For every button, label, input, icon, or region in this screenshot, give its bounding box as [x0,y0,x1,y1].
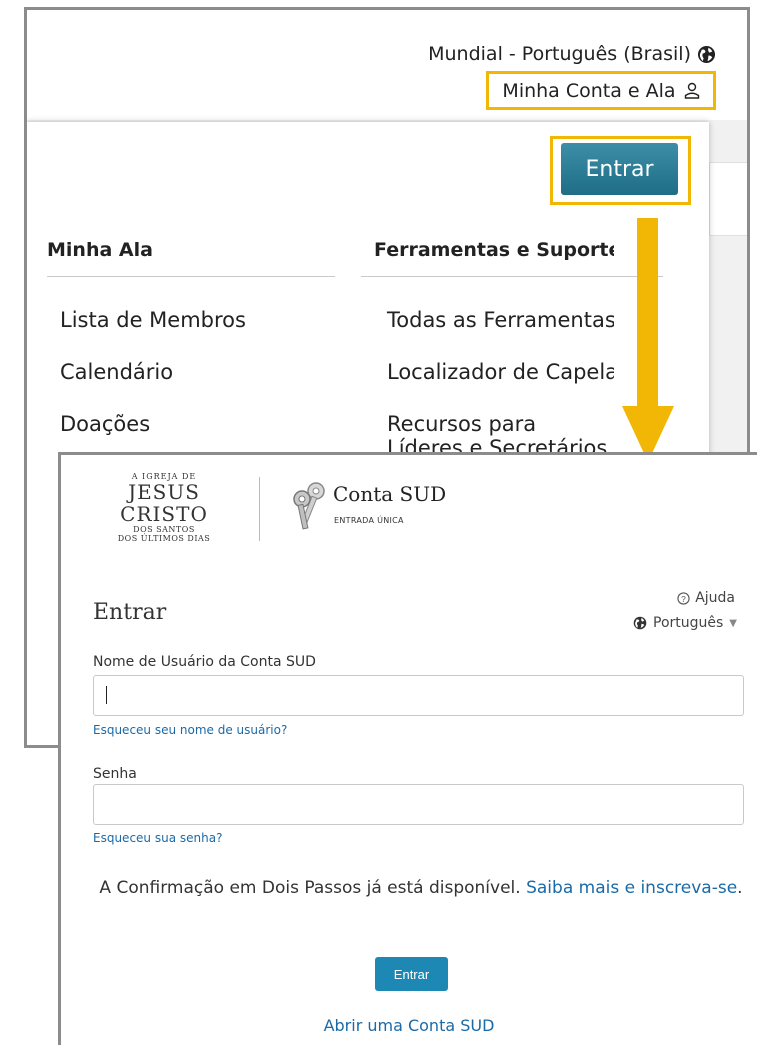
page-title: Entrar [93,600,167,625]
signin-button[interactable]: Entrar [561,143,678,195]
two-step-text: A Confirmação em Dois Passos já está dis… [99,878,521,898]
svg-text:?: ? [681,593,686,603]
password-field[interactable] [93,784,744,825]
signin-button-label: Entrar [585,156,654,182]
keys-icon [293,482,325,530]
menu-item-donations[interactable]: Doações [60,412,150,436]
language-select[interactable]: Português ▼ [633,615,737,631]
arrow-shaft [637,218,658,408]
account-label: Minha Conta e Ala [502,79,676,102]
menu-item-calendar[interactable]: Calendário [60,360,173,384]
forgot-password-link[interactable]: Esqueceu sua senha? [93,831,222,845]
globe-icon [697,45,716,63]
text-cursor [106,686,107,704]
church-logo: A IGREJA DE JESUS CRISTO DOS SANTOS DOS … [84,472,244,543]
product-subtitle: ENTRADA ÚNICA [334,516,404,525]
signin-submit-button[interactable]: Entrar [375,957,448,991]
language-label: Português [653,615,724,631]
header-divider [259,477,260,541]
my-account-button[interactable]: Minha Conta e Ala [486,71,716,110]
region-label: Mundial - Português (Brasil) [428,43,691,65]
logo-line-sub2: DOS ÚLTIMOS DIAS [117,534,211,543]
menu-item-member-list[interactable]: Lista de Membros [60,308,246,332]
username-label: Nome de Usuário da Conta SUD [93,654,316,670]
two-step-notice: A Confirmação em Dois Passos já está dis… [91,876,751,900]
user-icon [684,82,699,99]
logo-line-sub1: DOS SANTOS [133,525,195,534]
two-step-link[interactable]: Saiba mais e inscreva-se [526,878,737,898]
site-header: Mundial - Português (Brasil) Minha Conta… [27,10,747,121]
column-divider [47,276,335,277]
menu-item-all-tools[interactable]: Todas as Ferramentas [387,308,614,332]
create-account-link[interactable]: Abrir uma Conta SUD [61,1016,757,1035]
column-heading-my-ward: Minha Ala [47,239,153,261]
two-step-period: . [737,878,743,898]
globe-icon [633,616,647,630]
region-language-link[interactable]: Mundial - Português (Brasil) [428,43,716,65]
chevron-down-icon: ▼ [729,617,737,629]
product-name: Conta SUD [333,482,447,506]
password-label: Senha [93,766,137,782]
help-link[interactable]: ? Ajuda [677,590,735,606]
signin-page-screenshot: A IGREJA DE JESUS CRISTO DOS SANTOS DOS … [58,452,757,1045]
help-icon: ? [677,591,690,605]
column-heading-tools: Ferramentas e Suporte [374,239,614,261]
page-edge-card [709,162,747,236]
username-field[interactable] [93,675,744,716]
help-label: Ajuda [695,590,735,606]
tools-column: Ferramentas e Suporte Todas as Ferrament… [374,230,614,490]
menu-item-chapel-finder[interactable]: Localizador de Capelas [387,360,614,384]
logo-line-main: JESUS CRISTO [120,480,208,526]
forgot-username-link[interactable]: Esqueceu seu nome de usuário? [93,723,287,737]
